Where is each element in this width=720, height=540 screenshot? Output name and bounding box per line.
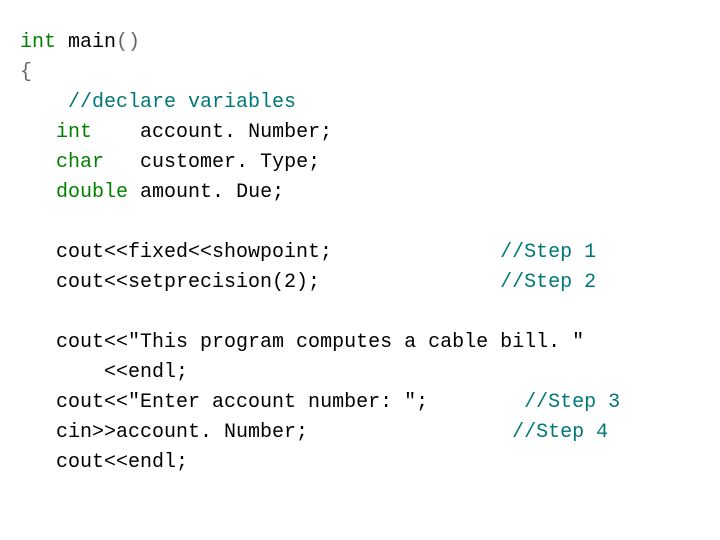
gap (428, 391, 524, 414)
stmt-cout1: cout<<fixed<<showpoint; (56, 241, 332, 264)
comment-step1: //Step 1 (500, 241, 596, 264)
indent (20, 451, 56, 474)
stmt-cout3b: <<endl; (20, 361, 188, 384)
indent (20, 271, 56, 294)
indent (20, 241, 56, 264)
comment-declare: //declare variables (68, 91, 296, 114)
gap (332, 241, 500, 264)
stmt-cout4a: cout<< (56, 391, 128, 414)
indent (20, 151, 56, 174)
var-account: account. Number; (140, 121, 332, 144)
string-literal: "Enter account number: " (128, 391, 416, 414)
keyword-double: double (56, 181, 128, 204)
ident-main: main (56, 31, 116, 54)
space (104, 151, 140, 174)
gap (320, 271, 500, 294)
keyword-int: int (20, 31, 56, 54)
indent (20, 91, 68, 114)
parens: () (116, 31, 140, 54)
indent (20, 331, 56, 354)
space (128, 181, 140, 204)
comment-step3: //Step 3 (524, 391, 620, 414)
stmt-cout2: cout<<setprecision(2); (56, 271, 320, 294)
keyword-char: char (56, 151, 104, 174)
var-customer: customer. Type; (140, 151, 320, 174)
gap (308, 421, 512, 444)
indent (20, 391, 56, 414)
comment-step2: //Step 2 (500, 271, 596, 294)
indent (20, 181, 56, 204)
indent (20, 421, 56, 444)
space (92, 121, 140, 144)
comment-step4: //Step 4 (512, 421, 608, 444)
indent (20, 121, 56, 144)
string-literal: "This program computes a cable bill. " (128, 331, 584, 354)
code-block: int main() { //declare variables int acc… (0, 0, 720, 478)
brace-open: { (20, 61, 32, 84)
stmt-cout3a: cout<< (56, 331, 128, 354)
stmt-cin: cin>>account. Number; (56, 421, 308, 444)
semi: ; (416, 391, 428, 414)
keyword-int: int (56, 121, 92, 144)
stmt-cout6: cout<<endl; (56, 451, 188, 474)
var-amount: amount. Due; (140, 181, 284, 204)
